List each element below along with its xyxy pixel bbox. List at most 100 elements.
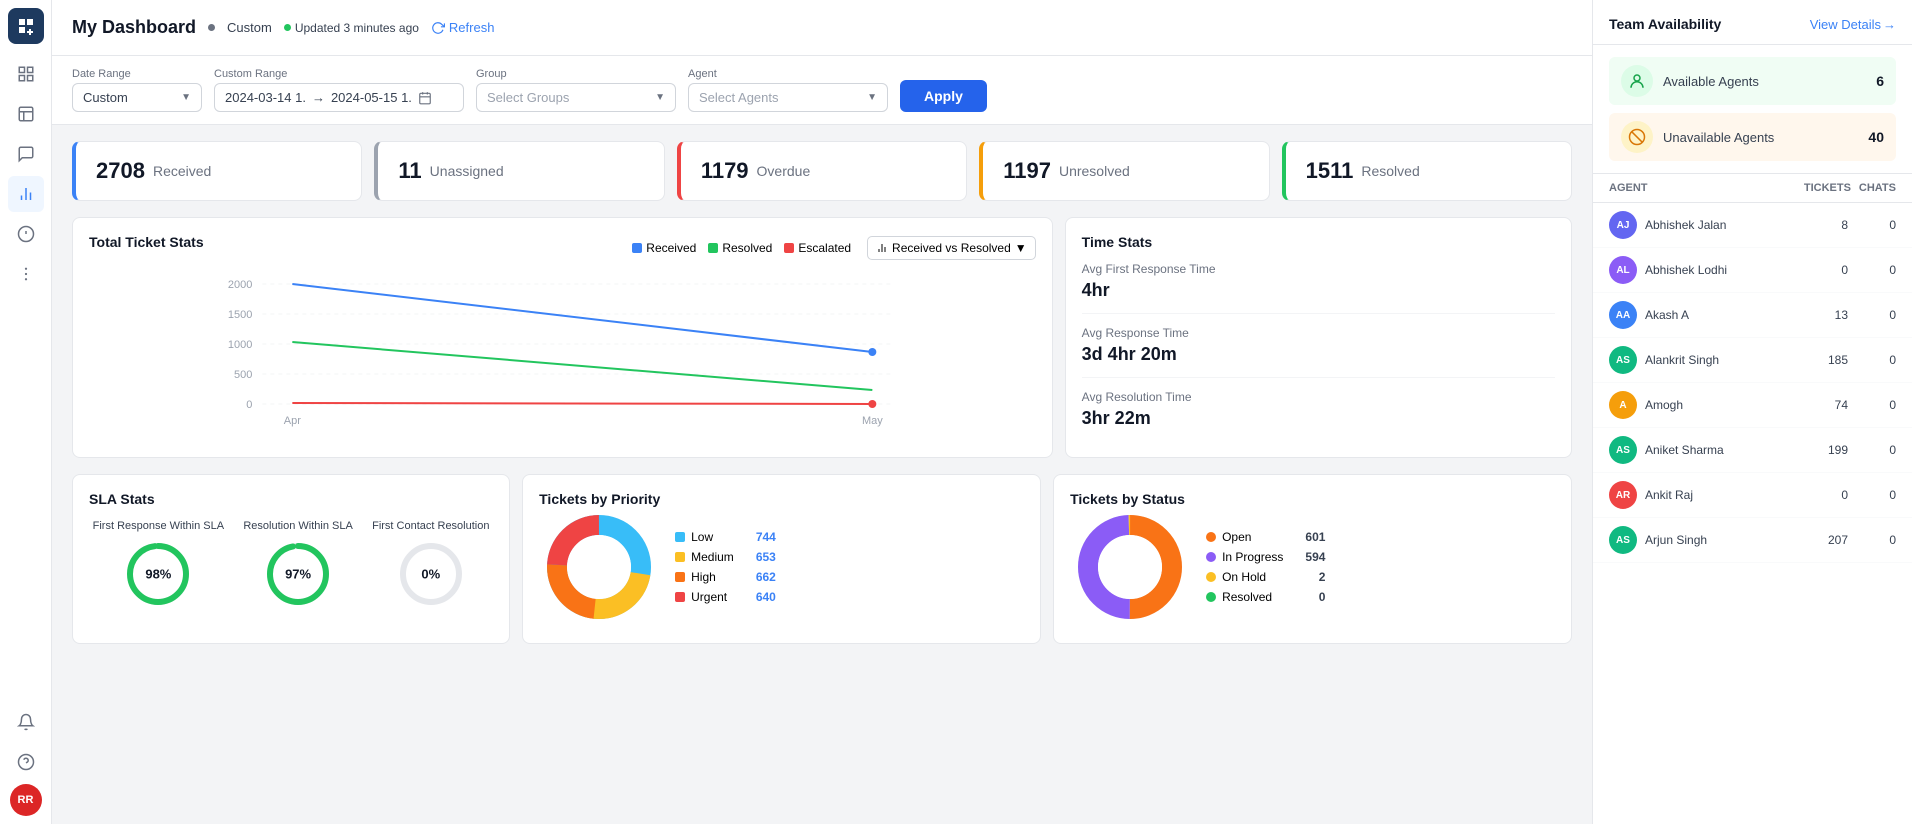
priority-donut bbox=[539, 507, 659, 627]
sidebar-item-dashboard[interactable] bbox=[8, 176, 44, 212]
agent-row: AA Akash A 13 0 bbox=[1593, 293, 1912, 338]
agent-tickets: 199 bbox=[1808, 443, 1848, 457]
agent-name: Abhishek Jalan bbox=[1645, 218, 1800, 232]
stat-unassigned: 11 Unassigned bbox=[374, 141, 664, 201]
stat-received: 2708 Received bbox=[72, 141, 362, 201]
agent-tickets: 74 bbox=[1808, 398, 1848, 412]
unavailable-agents-item: Unavailable Agents 40 bbox=[1609, 113, 1896, 161]
agent-avatar: AL bbox=[1609, 256, 1637, 284]
agent-avatar: AA bbox=[1609, 301, 1637, 329]
agent-row: AS Alankrit Singh 185 0 bbox=[1593, 338, 1912, 383]
dashboard-type: Custom bbox=[227, 20, 272, 35]
agent-tickets: 13 bbox=[1808, 308, 1848, 322]
agent-list-header: Agent Tickets Chats bbox=[1593, 174, 1912, 203]
agent-tickets: 185 bbox=[1808, 353, 1848, 367]
time-stat-first-response: Avg First Response Time 4hr bbox=[1082, 250, 1555, 314]
apply-button[interactable]: Apply bbox=[900, 80, 987, 112]
sla-circle-0: 98% bbox=[123, 539, 193, 609]
agent-chats: 0 bbox=[1856, 443, 1896, 457]
unavailable-icon bbox=[1621, 121, 1653, 153]
priority-low: Low 744 bbox=[675, 530, 776, 544]
priority-legend: Low 744 Medium 653 High 662 bbox=[675, 530, 776, 604]
status-on-hold: On Hold 2 bbox=[1206, 570, 1325, 584]
online-indicator bbox=[284, 24, 291, 31]
sidebar-item-more[interactable] bbox=[8, 256, 44, 292]
page-title: My Dashboard bbox=[72, 17, 196, 38]
custom-range-input[interactable]: 2024-03-14 1. → 2024-05-15 1. bbox=[214, 83, 464, 112]
agent-name: Alankrit Singh bbox=[1645, 353, 1800, 367]
agent-avatar: A bbox=[1609, 391, 1637, 419]
view-details-link[interactable]: View Details → bbox=[1810, 17, 1896, 32]
filters-bar: Date Range Custom ▼ Custom Range 2024-03… bbox=[52, 56, 1592, 125]
group-select[interactable]: Select Groups ▼ bbox=[476, 83, 676, 112]
agent-name: Abhishek Lodhi bbox=[1645, 263, 1800, 277]
agent-row: AR Ankit Raj 0 0 bbox=[1593, 473, 1912, 518]
sidebar-item-help[interactable] bbox=[8, 744, 44, 780]
status-in-progress: In Progress 594 bbox=[1206, 550, 1325, 564]
agent-avatar: AS bbox=[1609, 526, 1637, 554]
sidebar-item-grid[interactable] bbox=[8, 56, 44, 92]
agent-avatar: AJ bbox=[1609, 211, 1637, 239]
agent-select[interactable]: Select Agents ▼ bbox=[688, 83, 888, 112]
topbar: My Dashboard Custom Updated 3 minutes ag… bbox=[52, 0, 1592, 56]
time-stats-card: Time Stats Avg First Response Time 4hr A… bbox=[1065, 217, 1572, 458]
sidebar-item-bell[interactable] bbox=[8, 704, 44, 740]
sla-first-response: First Response Within SLA 98% bbox=[93, 519, 224, 609]
dropdown-arrow: ▼ bbox=[1015, 241, 1027, 255]
agent-chats: 0 bbox=[1856, 398, 1896, 412]
sidebar: RR bbox=[0, 0, 52, 824]
refresh-button[interactable]: Refresh bbox=[431, 20, 495, 35]
sla-stats-card: SLA Stats First Response Within SLA 98% bbox=[72, 474, 510, 644]
user-avatar[interactable]: RR bbox=[10, 784, 42, 816]
sla-first-contact: First Contact Resolution 0% bbox=[372, 519, 489, 609]
agent-chats: 0 bbox=[1856, 218, 1896, 232]
tickets-by-priority-card: Tickets by Priority bbox=[522, 474, 1041, 644]
group-arrow: ▼ bbox=[655, 92, 665, 103]
stats-row: 2708 Received 11 Unassigned 1179 Overdue… bbox=[72, 141, 1572, 201]
total-ticket-stats-card: Total Ticket Stats Received Resolved bbox=[72, 217, 1053, 458]
agent-avatar: AS bbox=[1609, 436, 1637, 464]
agent-chats: 0 bbox=[1856, 308, 1896, 322]
agent-avatar: AR bbox=[1609, 481, 1637, 509]
charts-row: Total Ticket Stats Received Resolved bbox=[72, 217, 1572, 458]
agent-chats: 0 bbox=[1856, 353, 1896, 367]
time-stat-response: Avg Response Time 3d 4hr 20m bbox=[1082, 314, 1555, 378]
priority-content: Low 744 Medium 653 High 662 bbox=[539, 507, 1024, 627]
svg-text:Apr: Apr bbox=[284, 415, 301, 427]
agent-tickets: 0 bbox=[1808, 488, 1848, 502]
agent-row: AS Aniket Sharma 199 0 bbox=[1593, 428, 1912, 473]
agent-avatar: AS bbox=[1609, 346, 1637, 374]
sidebar-item-chat[interactable] bbox=[8, 136, 44, 172]
svg-text:May: May bbox=[862, 415, 883, 427]
chart-legend: Received Resolved Escalated bbox=[632, 241, 851, 255]
agent-name: Aniket Sharma bbox=[1645, 443, 1800, 457]
dashboard-content: 2708 Received 11 Unassigned 1179 Overdue… bbox=[52, 125, 1592, 824]
time-stat-resolution: Avg Resolution Time 3hr 22m bbox=[1082, 378, 1555, 441]
stat-overdue: 1179 Overdue bbox=[677, 141, 967, 201]
main-content: My Dashboard Custom Updated 3 minutes ag… bbox=[52, 0, 1592, 824]
agent-list: AJ Abhishek Jalan 8 0 AL Abhishek Lodhi … bbox=[1593, 203, 1912, 824]
svg-text:1500: 1500 bbox=[228, 309, 252, 321]
sla-metrics: First Response Within SLA 98% Resolution… bbox=[89, 519, 493, 609]
agent-arrow: ▼ bbox=[867, 92, 877, 103]
status-resolved: Resolved 0 bbox=[1206, 590, 1325, 604]
status-content: Open 601 In Progress 594 On Hold 2 bbox=[1070, 507, 1555, 627]
sidebar-item-layout[interactable] bbox=[8, 96, 44, 132]
chart-header: Total Ticket Stats Received Resolved bbox=[89, 234, 1036, 262]
legend-received: Received bbox=[632, 241, 696, 255]
agent-chats: 0 bbox=[1856, 533, 1896, 547]
chart-type-dropdown[interactable]: Received vs Resolved ▼ bbox=[867, 236, 1036, 260]
agent-tickets: 0 bbox=[1808, 263, 1848, 277]
sidebar-item-ticket[interactable] bbox=[8, 216, 44, 252]
priority-high: High 662 bbox=[675, 570, 776, 584]
date-range-select[interactable]: Custom ▼ bbox=[72, 83, 202, 112]
sla-resolution: Resolution Within SLA 97% bbox=[243, 519, 352, 609]
right-panel: Team Availability View Details → Availab… bbox=[1592, 0, 1912, 824]
agent-name: Arjun Singh bbox=[1645, 533, 1800, 547]
app-logo bbox=[8, 8, 44, 44]
agent-filter: Agent Select Agents ▼ bbox=[688, 68, 888, 112]
status-legend: Open 601 In Progress 594 On Hold 2 bbox=[1206, 530, 1325, 604]
agent-row: AS Arjun Singh 207 0 bbox=[1593, 518, 1912, 563]
svg-text:1000: 1000 bbox=[228, 339, 252, 351]
available-icon bbox=[1621, 65, 1653, 97]
